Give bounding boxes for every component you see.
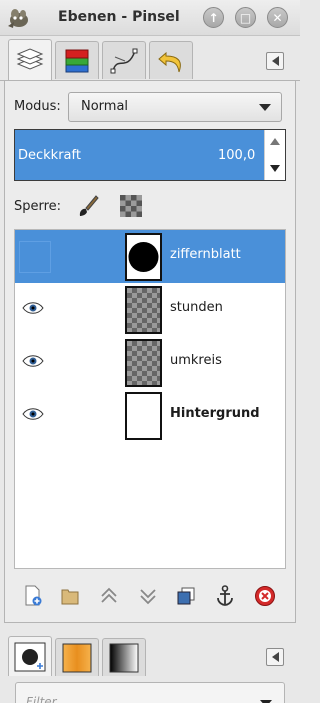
title-bar: Ebenen - Pinsel ↑ □ ✕ [0, 0, 300, 36]
mode-value: Normal [81, 99, 129, 114]
eye-icon [22, 355, 44, 367]
delete-layer-button[interactable] [254, 585, 276, 607]
paths-tab[interactable] [102, 41, 146, 79]
eye-icon [22, 408, 44, 420]
layers-list: ziffernblatt stunden umkreis Hintergrund [14, 229, 286, 569]
window-up-button[interactable]: ↑ [203, 7, 224, 28]
gimp-wilber-icon [8, 9, 28, 28]
close-icon: ✕ [272, 10, 283, 25]
triangle-left-icon [271, 56, 279, 66]
layers-tab[interactable] [8, 39, 52, 81]
layer-row[interactable]: stunden [15, 283, 285, 336]
new-layer-group-icon [61, 589, 79, 605]
dock-tab-bar [0, 36, 300, 82]
panel-menu-button[interactable] [266, 52, 284, 70]
layer-name[interactable]: ziffernblatt [170, 247, 241, 262]
alpha-lock-icon[interactable] [119, 194, 143, 218]
new-layer-button[interactable] [22, 585, 44, 607]
close-button[interactable]: ✕ [267, 7, 288, 28]
channels-tab[interactable] [55, 41, 99, 79]
lower-layer-button[interactable] [137, 585, 159, 607]
delete-layer-icon [255, 586, 275, 606]
layer-thumbnail [125, 233, 162, 281]
opacity-slider[interactable]: Deckkraft 100,0 [14, 129, 286, 181]
brush-lock-icon[interactable] [76, 194, 100, 218]
filter-select[interactable]: Filter [15, 682, 285, 703]
opacity-value: 100,0 [218, 148, 256, 163]
spin-up-icon[interactable] [270, 138, 280, 145]
layer-row[interactable]: umkreis [15, 336, 285, 389]
opacity-spin-buttons [264, 130, 285, 180]
layer-name[interactable]: umkreis [170, 353, 222, 368]
visibility-toggle[interactable] [19, 400, 51, 432]
layer-thumbnail [125, 392, 162, 440]
duplicate-layer-button[interactable] [175, 585, 197, 607]
layers-icon [16, 47, 44, 70]
brush-icon [14, 642, 46, 671]
mode-select[interactable]: Normal [68, 92, 282, 122]
spin-down-icon[interactable] [270, 165, 280, 172]
channels-icon [65, 49, 89, 72]
visibility-toggle[interactable] [19, 241, 51, 273]
anchor-layer-icon [217, 585, 233, 606]
lower-layer-icon [140, 589, 156, 605]
visibility-toggle[interactable] [19, 347, 51, 379]
brushes-tab[interactable] [8, 636, 52, 676]
undo-history-tab[interactable] [149, 41, 193, 79]
new-layer-group-button[interactable] [59, 585, 81, 607]
layer-thumbnail [125, 286, 162, 334]
layer-name[interactable]: stunden [170, 300, 223, 315]
new-layer-icon [25, 585, 42, 606]
arrow-up-icon: ↑ [208, 10, 219, 25]
gradient-icon [109, 643, 139, 672]
window-title: Ebenen - Pinsel [58, 9, 180, 25]
visibility-toggle[interactable] [19, 294, 51, 326]
layer-thumbnail [125, 339, 162, 387]
paths-icon [110, 48, 138, 73]
patterns-tab[interactable] [55, 638, 99, 676]
layer-name[interactable]: Hintergrund [170, 406, 260, 421]
chevron-down-icon [259, 104, 271, 111]
layer-row[interactable]: ziffernblatt [15, 230, 285, 283]
raise-layer-button[interactable] [98, 585, 120, 607]
raise-layer-icon [101, 587, 117, 603]
gradients-tab[interactable] [102, 638, 146, 676]
triangle-left-icon [271, 652, 279, 662]
maximize-button[interactable]: □ [235, 7, 256, 28]
bottom-panel-menu-button[interactable] [266, 648, 284, 666]
mode-label: Modus: [14, 99, 61, 114]
layer-row[interactable]: Hintergrund [15, 389, 285, 442]
opacity-label: Deckkraft [18, 148, 81, 163]
lock-label: Sperre: [14, 199, 62, 214]
undo-icon [158, 51, 181, 72]
anchor-layer-button[interactable] [214, 585, 236, 607]
eye-icon [22, 302, 44, 314]
pattern-icon [62, 643, 92, 672]
maximize-icon: □ [239, 10, 252, 25]
duplicate-layer-icon [177, 587, 195, 605]
filter-placeholder: Filter [26, 695, 57, 703]
